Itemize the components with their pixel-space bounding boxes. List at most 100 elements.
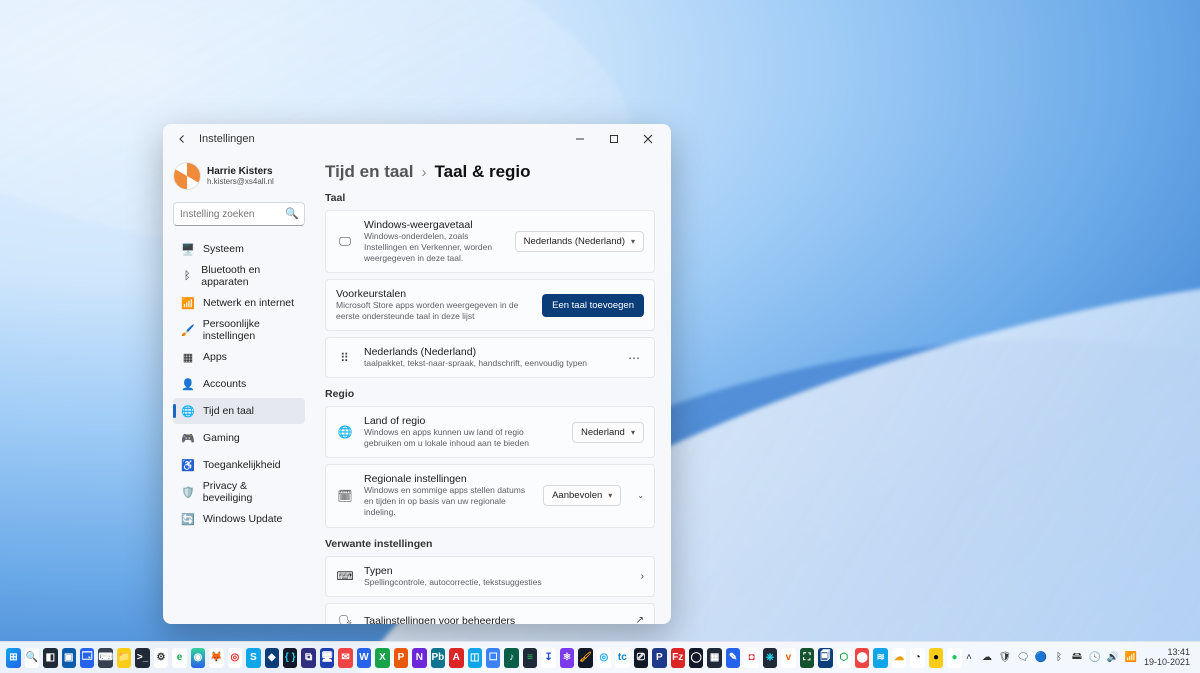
taskbar-app-44[interactable]: 🗐 (818, 648, 832, 668)
taskbar-app-25[interactable]: ◫ (468, 648, 482, 668)
minimize-button[interactable] (563, 125, 597, 153)
taskbar-app-39[interactable]: ✎ (726, 648, 740, 668)
taskbar-app-4[interactable]: 🗔 (80, 648, 94, 668)
taskbar-app-48[interactable]: ☁ (892, 648, 906, 668)
taskbar-app-35[interactable]: P (652, 648, 666, 668)
tray-icon-3[interactable]: 🗨 (1016, 651, 1030, 665)
taskbar-app-8[interactable]: ⚙ (154, 648, 168, 668)
taskbar-app-37[interactable]: ◯ (689, 648, 703, 668)
drag-handle-icon[interactable]: ⠿ (336, 349, 354, 367)
tray-icon-0[interactable]: ˄ (962, 651, 976, 665)
taskbar-app-22[interactable]: N (412, 648, 426, 668)
tray-icon-2[interactable]: 🛡 (998, 651, 1012, 665)
taskbar-app-11[interactable]: 🦊 (209, 648, 223, 668)
sidebar-item-toegankelijkheid[interactable]: ♿Toegankelijkheid (173, 452, 305, 478)
sidebar-item-gaming[interactable]: 🎮Gaming (173, 425, 305, 451)
sidebar-item-persoonlijke-instellingen[interactable]: 🖌️Persoonlijke instellingen (173, 317, 305, 343)
taskbar-app-14[interactable]: ◆ (265, 648, 279, 668)
search-input[interactable] (173, 202, 305, 226)
taskbar-app-9[interactable]: e (172, 648, 186, 668)
display-language-dropdown[interactable]: Nederlands (Nederland) ▾ (515, 231, 644, 252)
admin-language-title: Taalinstellingen voor beheerders (364, 615, 626, 624)
taskbar-app-5[interactable]: ⌨ (98, 648, 112, 668)
sidebar-item-apps[interactable]: ▦Apps (173, 344, 305, 370)
tray-icon-4[interactable]: 🔵 (1034, 651, 1048, 665)
taskbar-app-23[interactable]: Pb (431, 648, 445, 668)
taskbar-app-13[interactable]: S (246, 648, 260, 668)
taskbar-app-41[interactable]: ⎈ (763, 648, 777, 668)
tray-icon-6[interactable]: 🖴 (1070, 651, 1084, 665)
tray-icon-5[interactable]: ᛒ (1052, 651, 1066, 665)
taskbar-app-40[interactable]: ◘ (744, 648, 758, 668)
taskbar-app-0[interactable]: ⊞ (6, 648, 20, 668)
taskbar-app-38[interactable]: ▦ (707, 648, 721, 668)
admin-language-row[interactable]: 🗣 Taalinstellingen voor beheerders ↗ (325, 603, 655, 624)
sidebar-item-accounts[interactable]: 👤Accounts (173, 371, 305, 397)
taskbar-app-6[interactable]: 📁 (117, 648, 131, 668)
taskbar-app-17[interactable]: 🖥 (320, 648, 334, 668)
taskbar-app-12[interactable]: ◎ (228, 648, 242, 668)
expand-chevron-icon[interactable]: ⌄ (637, 491, 644, 500)
tray-icon-1[interactable]: ☁ (980, 651, 994, 665)
display-language-value: Nederlands (Nederland) (524, 236, 625, 247)
taskbar-app-34[interactable]: ⎚ (634, 648, 648, 668)
country-dropdown[interactable]: Nederland ▾ (572, 422, 644, 443)
taskbar-app-10[interactable]: ◉ (191, 648, 205, 668)
taskbar-app-30[interactable]: ⚛ (560, 648, 574, 668)
taskbar-app-28[interactable]: ≡ (523, 648, 537, 668)
taskbar-app-43[interactable]: ⛶ (800, 648, 814, 668)
language-item-nl[interactable]: ⠿ Nederlands (Nederland) taalpakket, tek… (325, 337, 655, 378)
taskbar-app-51[interactable]: ● (947, 648, 961, 668)
taskbar-app-19[interactable]: W (357, 648, 371, 668)
breadcrumb-parent[interactable]: Tijd en taal (325, 162, 414, 182)
arrow-left-icon (176, 133, 188, 145)
taskbar-app-33[interactable]: tc (615, 648, 629, 668)
taskbar-app-27[interactable]: ♪ (504, 648, 518, 668)
taskbar-app-2[interactable]: ◧ (43, 648, 57, 668)
taskbar-app-3[interactable]: ▣ (62, 648, 76, 668)
language-item-more-button[interactable]: ⋯ (624, 349, 644, 367)
typing-title: Typen (364, 565, 631, 577)
taskbar-app-20[interactable]: X (375, 648, 389, 668)
taskbar-app-31[interactable]: 🖌 (578, 648, 592, 668)
taskbar-app-47[interactable]: ≋ (873, 648, 887, 668)
taskbar-app-1[interactable]: 🔍 (25, 648, 39, 668)
maximize-button[interactable] (597, 125, 631, 153)
tray-icon-8[interactable]: 🔊 (1106, 651, 1120, 665)
tray-icon-9[interactable]: 📶 (1124, 651, 1138, 665)
sidebar-item-windows-update[interactable]: 🔄Windows Update (173, 506, 305, 532)
taskbar-app-32[interactable]: ◎ (597, 648, 611, 668)
taskbar-app-15[interactable]: { } (283, 648, 297, 668)
sidebar-item-bluetooth-en-apparaten[interactable]: ᛒ Bluetooth en apparaten (173, 263, 305, 289)
sidebar-item-netwerk-en-internet[interactable]: 📶Netwerk en internet (173, 290, 305, 316)
sidebar-item-tijd-en-taal[interactable]: 🌐Tijd en taal (173, 398, 305, 424)
back-button[interactable] (169, 126, 195, 152)
add-language-button[interactable]: Een taal toevoegen (542, 294, 644, 317)
taskbar-app-45[interactable]: ⬡ (837, 648, 851, 668)
sidebar-item-systeem[interactable]: 🖥️Systeem (173, 236, 305, 262)
taskbar-app-24[interactable]: A (449, 648, 463, 668)
taskbar-app-36[interactable]: Fz (671, 648, 685, 668)
taskbar-app-21[interactable]: P (394, 648, 408, 668)
taskbar-app-29[interactable]: ↧ (541, 648, 555, 668)
breadcrumb: Tijd en taal › Taal & regio (325, 162, 655, 182)
sidebar-item-privacy-beveiliging[interactable]: 🛡️Privacy & beveiliging (173, 479, 305, 505)
regional-format-dropdown[interactable]: Aanbevolen ▾ (543, 485, 621, 506)
user-account-row[interactable]: Harrie Kisters h.kisters@xs4all.nl (173, 158, 305, 198)
tray-icon-7[interactable]: 🕓 (1088, 651, 1102, 665)
nav-icon: ᛒ (181, 269, 193, 283)
country-value: Nederland (581, 427, 625, 438)
taskbar-app-49[interactable]: ◔ (910, 648, 924, 668)
taskbar-app-46[interactable]: ⬤ (855, 648, 869, 668)
taskbar-app-50[interactable]: ● (929, 648, 943, 668)
typing-settings-row[interactable]: ⌨ Typen Spellingcontrole, autocorrectie,… (325, 556, 655, 597)
nav-icon: 🖌️ (181, 323, 195, 337)
taskbar-app-18[interactable]: ✉ (338, 648, 352, 668)
taskbar-app-7[interactable]: >_ (135, 648, 149, 668)
taskbar-app-42[interactable]: v (781, 648, 795, 668)
nav-label: Bluetooth en apparaten (201, 264, 297, 288)
taskbar-clock[interactable]: 13:41 19-10-2021 (1144, 648, 1190, 668)
taskbar-app-26[interactable]: ☐ (486, 648, 500, 668)
close-button[interactable] (631, 125, 665, 153)
taskbar-app-16[interactable]: ⧉ (301, 648, 315, 668)
